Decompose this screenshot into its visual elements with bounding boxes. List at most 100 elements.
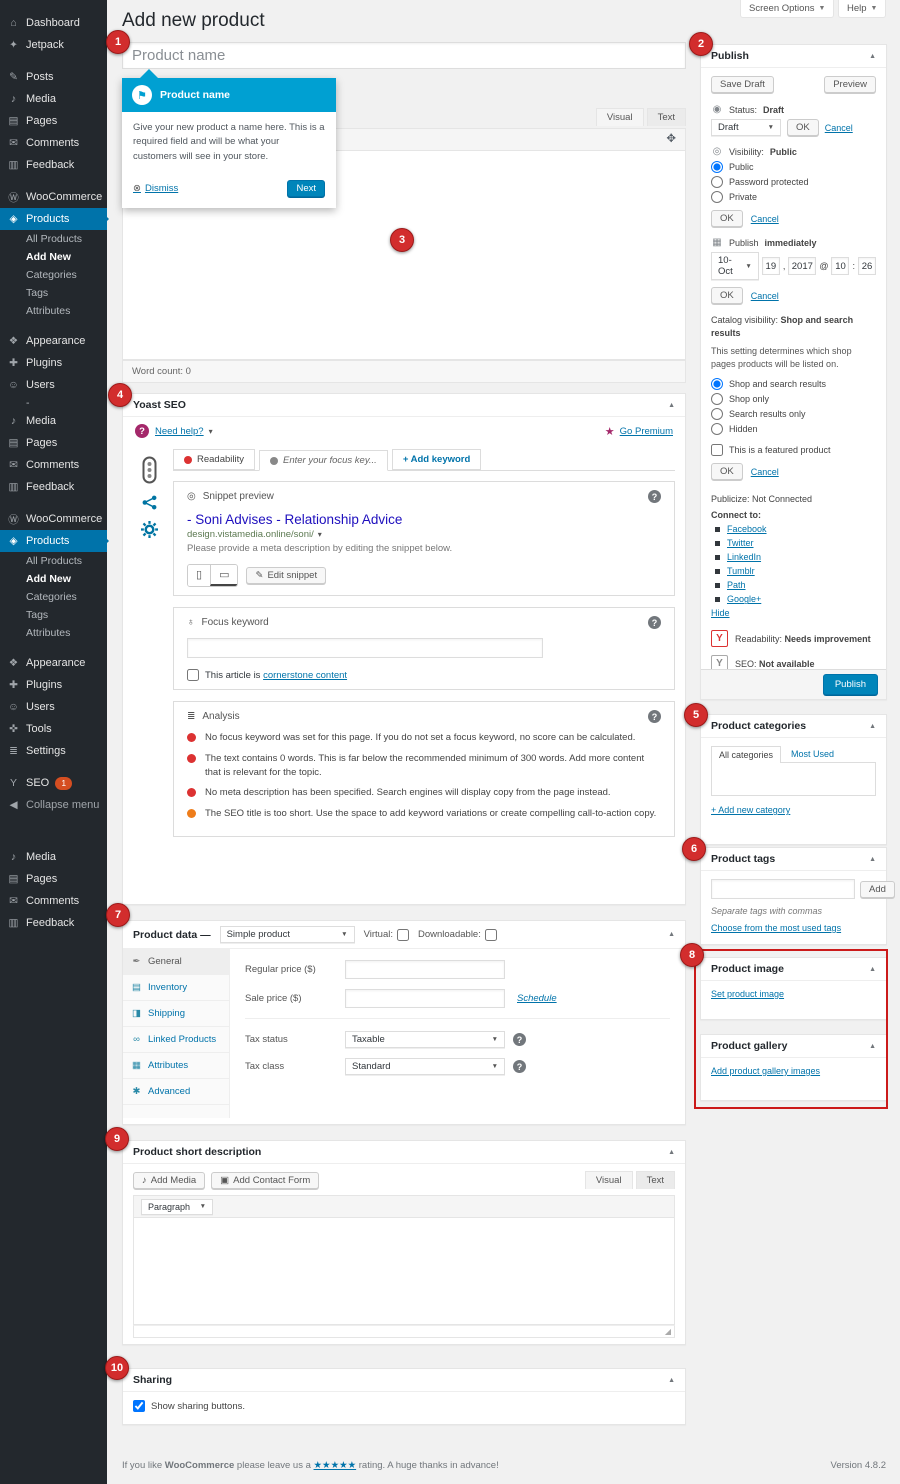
- sidebar-item-feedback[interactable]: ▥ Feedback: [0, 912, 107, 934]
- sidebar-item[interactable]: [0, 320, 107, 330]
- collapse-toggle-icon[interactable]: [869, 723, 876, 730]
- collapse-toggle-icon[interactable]: [668, 1149, 675, 1156]
- caret-down-icon[interactable]: ▾: [318, 530, 322, 539]
- sidebar-item[interactable]: [0, 498, 107, 508]
- date-cancel-link[interactable]: Cancel: [751, 291, 779, 301]
- sidebar-item-collapse-menu[interactable]: ◀ Collapse menu: [0, 794, 107, 816]
- sidebar-item-woocommerce[interactable]: Ⓦ WooCommerce: [0, 508, 107, 530]
- sidebar-item-settings[interactable]: ≣ Settings: [0, 740, 107, 762]
- featured-product-checkbox-row[interactable]: This is a featured product: [711, 444, 876, 456]
- edit-snippet-button[interactable]: ✎ Edit snippet: [246, 567, 326, 584]
- sidebar-item-jetpack[interactable]: ✦ Jetpack: [0, 34, 107, 56]
- add-tag-button[interactable]: Add: [860, 881, 895, 898]
- add-gallery-images-link[interactable]: Add product gallery images: [711, 1066, 820, 1076]
- sidebar-item[interactable]: [0, 56, 107, 66]
- collapse-toggle-icon[interactable]: [668, 1377, 675, 1384]
- visibility-cancel-link[interactable]: Cancel: [751, 214, 779, 224]
- sidebar-item-pages[interactable]: ▤ Pages: [0, 868, 107, 890]
- sidebar-item-products[interactable]: ◈ Products: [0, 530, 107, 552]
- collapse-toggle-icon[interactable]: [869, 53, 876, 60]
- sidebar-item[interactable]: [0, 642, 107, 652]
- sidebar-item-all-products[interactable]: All Products: [0, 552, 107, 570]
- tab-focus-keyword[interactable]: Enter your focus key...: [259, 450, 388, 471]
- sidebar-item[interactable]: [0, 816, 107, 846]
- category-list-box[interactable]: [711, 762, 876, 796]
- radio-shop-and-search[interactable]: Shop and search results: [711, 378, 876, 390]
- sidebar-item-pages[interactable]: ▤ Pages: [0, 432, 107, 454]
- sidebar-item-tags[interactable]: Tags: [0, 284, 107, 302]
- help-button[interactable]: Help ▼: [838, 0, 886, 18]
- sidebar-item-seo[interactable]: Y SEO 1: [0, 772, 107, 794]
- connect-service-link[interactable]: LinkedIn: [727, 552, 761, 562]
- tax-class-select[interactable]: Standard: [345, 1058, 505, 1075]
- radio-public[interactable]: Public: [711, 161, 876, 173]
- save-draft-button[interactable]: Save Draft: [711, 76, 774, 93]
- tab-inventory[interactable]: ▤ Inventory: [123, 975, 229, 1001]
- preview-button[interactable]: Preview: [824, 76, 876, 93]
- tab-visual[interactable]: Visual: [596, 108, 644, 126]
- resize-handle-icon[interactable]: ◢: [665, 1327, 671, 1336]
- help-circle-icon[interactable]: [513, 1060, 526, 1073]
- add-media-button[interactable]: ♪ Add Media: [133, 1172, 205, 1189]
- help-circle-icon[interactable]: [648, 710, 661, 723]
- tab-attributes[interactable]: ▦ Attributes: [123, 1053, 229, 1079]
- snippet-title-link[interactable]: - Soni Advises - Relationship Advice: [187, 512, 661, 527]
- choose-most-used-link[interactable]: Choose from the most used tags: [711, 923, 841, 933]
- hide-link[interactable]: Hide: [711, 608, 730, 618]
- connect-service-link[interactable]: Twitter: [727, 538, 754, 548]
- share-icon[interactable]: [142, 495, 157, 510]
- sidebar-item-woocommerce[interactable]: Ⓦ WooCommerce: [0, 186, 107, 208]
- collapse-toggle-icon[interactable]: [668, 931, 675, 938]
- desktop-preview-icon[interactable]: ▭: [210, 565, 237, 586]
- add-keyword-button[interactable]: + Add keyword: [392, 449, 481, 470]
- gear-icon[interactable]: [141, 521, 158, 538]
- sidebar-item-plugins[interactable]: ✚ Plugins: [0, 674, 107, 696]
- editor-resize-bar[interactable]: ◢: [133, 1325, 675, 1338]
- help-circle-icon[interactable]: [648, 616, 661, 629]
- tax-status-select[interactable]: Taxable: [345, 1031, 505, 1048]
- add-contact-form-button[interactable]: ▣ Add Contact Form: [211, 1172, 319, 1189]
- product-type-select[interactable]: Simple product: [220, 926, 355, 943]
- dismiss-link[interactable]: ⊗ Dismiss: [133, 183, 178, 194]
- status-cancel-link[interactable]: Cancel: [825, 123, 853, 133]
- radio-password-protected[interactable]: Password protected: [711, 176, 876, 188]
- sidebar-item[interactable]: [0, 176, 107, 186]
- month-select[interactable]: 10-Oct: [711, 252, 759, 280]
- sale-price-input[interactable]: [345, 989, 505, 1008]
- downloadable-checkbox[interactable]: [485, 929, 497, 941]
- connect-service-link[interactable]: Path: [727, 580, 746, 590]
- tab-linked-products[interactable]: ∞ Linked Products: [123, 1027, 229, 1053]
- visibility-ok-button[interactable]: OK: [711, 210, 743, 227]
- sidebar-item[interactable]: [0, 762, 107, 772]
- short-description-content-area[interactable]: [133, 1218, 675, 1325]
- collapse-toggle-icon[interactable]: [668, 402, 675, 409]
- help-circle-icon[interactable]: [513, 1033, 526, 1046]
- tab-readability[interactable]: Readability: [173, 449, 255, 470]
- tab-shipping[interactable]: ◨ Shipping: [123, 1001, 229, 1027]
- virtual-checkbox[interactable]: [397, 929, 409, 941]
- sidebar-item-comments[interactable]: ✉ Comments: [0, 454, 107, 476]
- sidebar-item-media[interactable]: ♪ Media: [0, 846, 107, 868]
- cornerstone-content-link[interactable]: cornerstone content: [263, 670, 347, 681]
- sidebar-item-media[interactable]: ♪ Media: [0, 410, 107, 432]
- show-sharing-buttons-checkbox[interactable]: [133, 1400, 145, 1412]
- sidebar-item-pages[interactable]: ▤ Pages: [0, 110, 107, 132]
- status-ok-button[interactable]: OK: [787, 119, 819, 136]
- sidebar-item-appearance[interactable]: ❖ Appearance: [0, 330, 107, 352]
- sidebar-item-plugins[interactable]: ✚ Plugins: [0, 352, 107, 374]
- sidebar-item-feedback[interactable]: ▥ Feedback: [0, 476, 107, 498]
- tab-visual[interactable]: Visual: [585, 1171, 633, 1189]
- sidebar-item-categories[interactable]: Categories: [0, 588, 107, 606]
- radio-search-only[interactable]: Search results only: [711, 408, 876, 420]
- cornerstone-checkbox[interactable]: [187, 669, 199, 681]
- tab-general[interactable]: ✒ General: [123, 949, 229, 975]
- featured-product-checkbox[interactable]: [711, 444, 723, 456]
- tab-text[interactable]: Text: [647, 108, 686, 126]
- publish-button[interactable]: Publish: [823, 674, 878, 695]
- go-premium-link[interactable]: Go Premium: [620, 426, 673, 437]
- sidebar-item-users[interactable]: ☺ Users: [0, 374, 107, 396]
- minute-input[interactable]: [858, 257, 876, 275]
- sidebar-item-tags[interactable]: Tags: [0, 606, 107, 624]
- tab-advanced[interactable]: ✱ Advanced: [123, 1079, 229, 1105]
- sidebar-item-comments[interactable]: ✉ Comments: [0, 890, 107, 912]
